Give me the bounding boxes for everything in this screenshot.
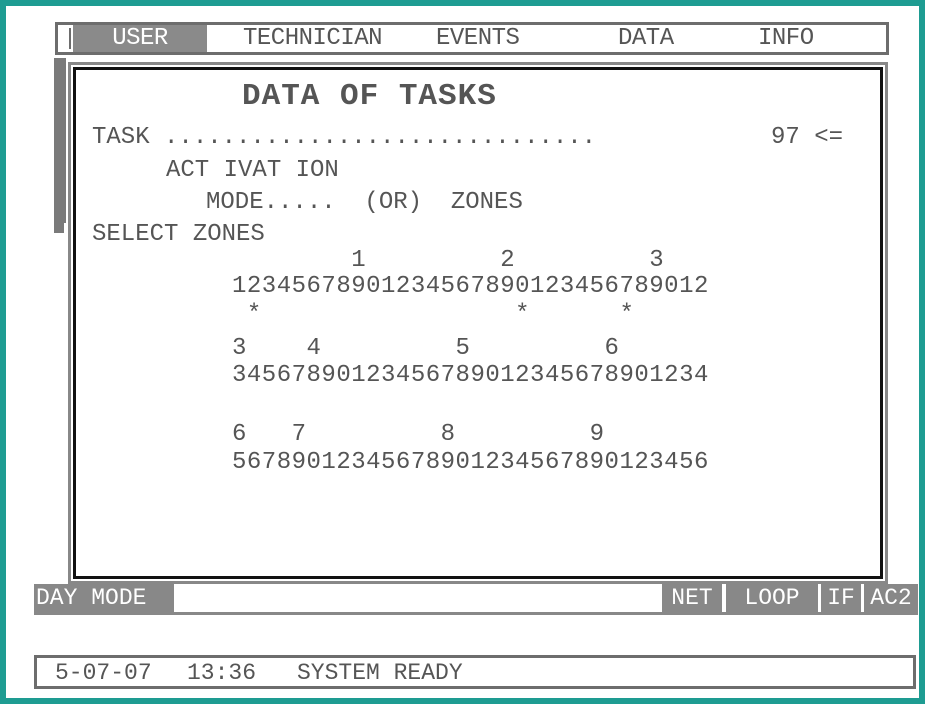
status-bar-divider: [34, 612, 918, 615]
activation-label: ACT IVAT ION: [166, 157, 339, 184]
zone-row-2-tens: 3 4 5 6: [232, 335, 620, 362]
zone-row-1-units[interactable]: 12345678901234567890123456789012: [232, 274, 709, 300]
select-zones-label: SELECT ZONES: [92, 221, 265, 248]
zone-row-3-tens: 6 7 8 9: [232, 421, 605, 448]
menu-bar: USER TECHNICIAN EVENTS DATA INFO: [55, 22, 889, 55]
zone-row-1-tens: 1 2 3: [232, 247, 665, 274]
data-of-tasks-panel: DATA OF TASKS TASK .....................…: [68, 62, 888, 584]
background-window-edge: [54, 58, 64, 233]
net-badge: NET: [662, 584, 722, 612]
task-label: TASK ..............................: [92, 124, 597, 151]
menu-user[interactable]: USER: [73, 25, 207, 52]
status-line: 5-07-07 13:36 SYSTEM READY: [34, 655, 916, 689]
mode-line: MODE..... (OR) ZONES: [206, 189, 523, 216]
outer-frame-bottom: [0, 698, 925, 704]
menu-technician[interactable]: TECHNICIAN: [243, 25, 383, 52]
menu-info[interactable]: INFO: [758, 25, 814, 52]
menu-events[interactable]: EVENTS: [436, 25, 520, 52]
zone-row-1-marks: * * *: [232, 301, 635, 328]
task-value-field[interactable]: 97 <=: [771, 125, 843, 151]
zone-row-3-units[interactable]: 56789012345678901234567890123456: [232, 450, 709, 476]
status-message: SYSTEM READY: [297, 660, 463, 686]
day-mode-badge: DAY MODE: [34, 584, 174, 612]
panel-inner-border: DATA OF TASKS TASK .....................…: [73, 67, 883, 579]
page-title: DATA OF TASKS: [242, 79, 497, 114]
menu-bar-stub: [61, 28, 71, 49]
status-time: 13:36: [187, 660, 257, 686]
ac2-badge: AC2: [864, 584, 918, 612]
status-date: 5-07-07: [55, 660, 152, 686]
if-badge: IF: [821, 584, 861, 612]
loop-badge: LOOP: [726, 584, 818, 612]
zone-row-2-units[interactable]: 34567890123456789012345678901234: [232, 363, 709, 389]
menu-data[interactable]: DATA: [618, 25, 674, 52]
